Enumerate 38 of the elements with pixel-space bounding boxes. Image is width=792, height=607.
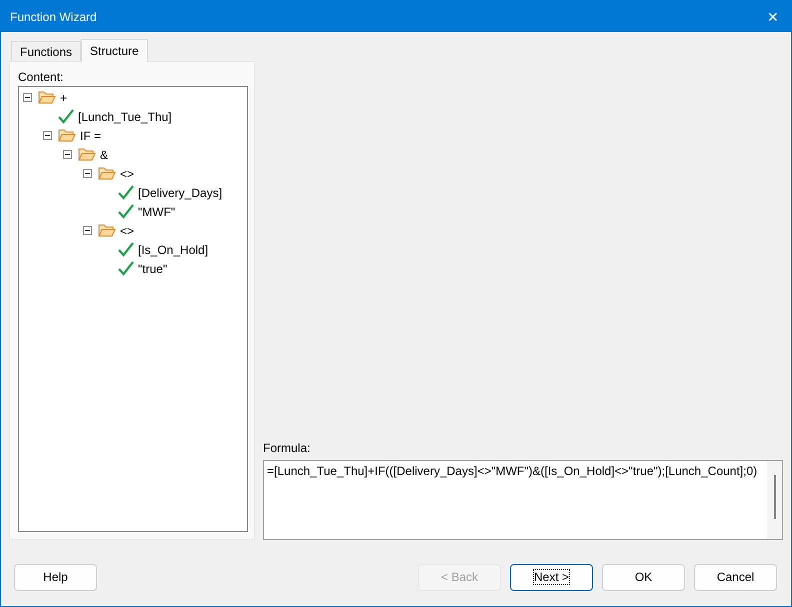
tree-item[interactable]: "true" [138,262,168,276]
close-button[interactable]: ✕ [755,1,791,32]
dialog-button[interactable]: Next > [510,564,593,590]
tree-item[interactable]: <> [120,166,134,180]
tree-item[interactable]: + [60,90,68,104]
folder-icon [58,128,76,143]
formula-label: Formula: [263,441,312,455]
folder-icon [78,147,96,162]
dialog-button[interactable]: Help [14,564,97,590]
dialog-button[interactable]: Cancel [694,564,777,590]
dialog-button[interactable]: OK [602,564,685,590]
checkmark-icon [58,109,74,124]
tree-view[interactable]: + [Lunch_Tue_Thu] IF = & <> [Delivery_Days] "MWF" <> [Is_On_Hold] "true" [18,86,248,532]
folder-icon [98,223,116,238]
checkmark-icon [118,261,134,276]
checkmark-icon [118,185,134,200]
tab[interactable]: Structure [81,39,148,62]
tree-item[interactable]: [Is_On_Hold] [138,242,208,256]
collapse-icon[interactable] [83,226,92,235]
folder-icon [38,90,56,105]
window-title: Function Wizard [10,10,97,24]
collapse-icon[interactable] [63,150,72,159]
tree-item[interactable]: "MWF" [138,204,176,218]
checkmark-icon [118,242,134,257]
collapse-icon[interactable] [83,169,92,178]
collapse-icon[interactable] [43,131,52,140]
tree-item[interactable]: <> [120,224,134,238]
checkmark-icon [118,204,134,219]
tree-item[interactable]: & [100,148,108,162]
tree-item[interactable]: [Lunch_Tue_Thu] [78,110,172,124]
folder-icon [98,166,116,181]
scrollbar[interactable] [767,461,782,539]
formula-field[interactable]: =[Lunch_Tue_Thu]+IF(([Delivery_Days]<>"MWF")&([Is_On_Hold]<>"true");[Lunch_Count];0) [263,460,783,540]
tab[interactable]: Functions [11,41,82,61]
tree-item[interactable]: IF = [80,128,102,142]
tree-item[interactable]: [Delivery_Days] [138,186,222,200]
content-label: Content: [18,70,64,84]
collapse-icon[interactable] [23,93,32,102]
